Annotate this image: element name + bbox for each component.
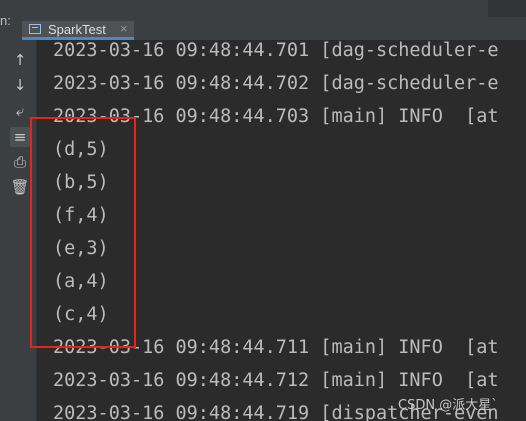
csdn-watermark: CSDN @派大星` [398,398,498,413]
tabbar-right-area [488,0,526,17]
red-highlight-box [30,117,136,348]
up-arrow-icon[interactable]: ↑ [10,50,30,70]
close-tab-icon[interactable]: × [120,21,128,36]
tab-sparktest[interactable]: SparkTest × [22,21,134,40]
scroll-to-end-icon[interactable]: ≡ [10,127,30,147]
run-label: n: [0,13,11,28]
log-line: 2023-03-16 09:48:44.712 [main] INFO [at [53,370,499,391]
log-line: 2023-03-16 09:48:44.701 [dag-scheduler-e [53,40,499,61]
down-arrow-icon[interactable]: ↓ [10,75,30,95]
log-line: 2023-03-16 09:48:44.702 [dag-scheduler-e [53,73,499,94]
editor-tab-bar: n: SparkTest × [0,0,526,40]
soft-wrap-icon[interactable]: ⤶ [10,101,30,121]
console-window-icon [29,24,41,34]
tab-title: SparkTest [48,22,106,37]
trash-icon[interactable]: 🗑 [10,177,30,197]
print-icon[interactable]: ⎙ [10,152,30,172]
